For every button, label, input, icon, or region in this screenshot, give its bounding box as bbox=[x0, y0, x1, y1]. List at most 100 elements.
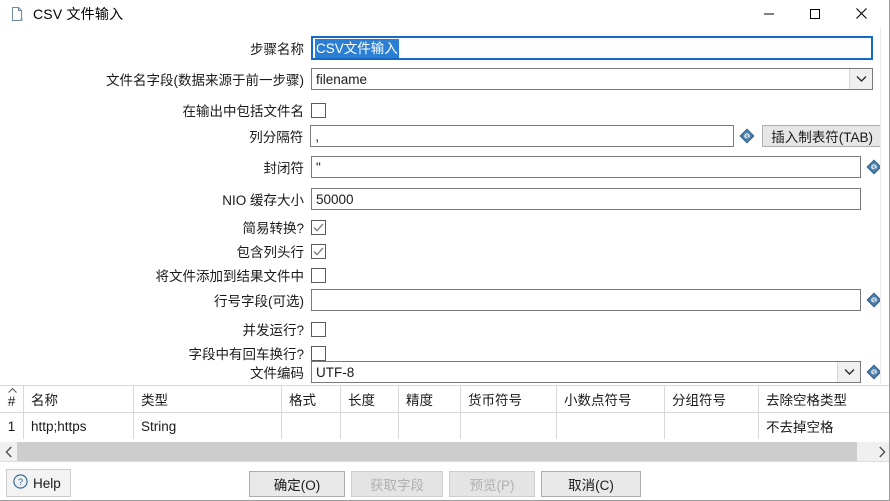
window-title: CSV 文件输入 bbox=[33, 5, 124, 22]
field-enclosure: $ bbox=[311, 156, 882, 178]
preview-button[interactable]: 预览(P) bbox=[449, 471, 535, 497]
chevron-down-icon[interactable] bbox=[837, 362, 860, 382]
get-fields-button[interactable]: 获取字段 bbox=[351, 471, 443, 497]
cell-length[interactable] bbox=[341, 413, 399, 439]
cancel-button[interactable]: 取消(C) bbox=[541, 471, 641, 497]
cell-type[interactable]: String bbox=[134, 413, 282, 439]
fields-table: # 名称 类型 格式 长度 精度 货币符号 小数点符号 分组符号 去除空格类型 … bbox=[0, 385, 889, 442]
file-encoding-select[interactable]: UTF-8 bbox=[311, 361, 861, 383]
label-add-to-result: 将文件添加到结果文件中 bbox=[155, 269, 305, 284]
field-step-name: CSV文件输入 bbox=[311, 36, 873, 60]
csv-input-dialog: CSV 文件输入 步骤名称 CSV文件输入 文件名字段(数据来源于前一步骤) f… bbox=[0, 0, 890, 501]
newline-in-field-checkbox[interactable] bbox=[311, 345, 326, 361]
label-file-encoding: 文件编码 bbox=[250, 366, 304, 381]
label-enclosure: 封闭符 bbox=[263, 161, 305, 176]
step-name-value: CSV文件输入 bbox=[315, 38, 399, 58]
variable-diamond-icon[interactable]: $ bbox=[738, 128, 755, 145]
label-filename-field: 文件名字段(数据来源于前一步骤) bbox=[106, 73, 304, 88]
row-separator: 列分隔符 $ 插入制表符(TAB) bbox=[0, 124, 882, 148]
column-header-index[interactable]: # bbox=[0, 386, 24, 412]
table-header-row: # 名称 类型 格式 长度 精度 货币符号 小数点符号 分组符号 去除空格类型 bbox=[0, 385, 889, 413]
cell-trim-type[interactable]: 不去掉空格 bbox=[759, 413, 889, 439]
file-encoding-value: UTF-8 bbox=[316, 364, 355, 380]
row-row-number-field: 行号字段(可选) $ bbox=[0, 288, 882, 312]
svg-text:?: ? bbox=[18, 477, 23, 488]
form-area: 步骤名称 CSV文件输入 文件名字段(数据来源于前一步骤) filename 在… bbox=[0, 27, 882, 384]
filename-field-select[interactable]: filename bbox=[311, 68, 873, 90]
table-row[interactable]: 1 http;https String 不去掉空格 bbox=[0, 413, 889, 439]
column-header-type[interactable]: 类型 bbox=[134, 386, 282, 412]
field-separator: $ 插入制表符(TAB) bbox=[310, 125, 882, 147]
step-name-input[interactable]: CSV文件输入 bbox=[311, 36, 873, 60]
chevron-down-icon[interactable] bbox=[849, 69, 872, 89]
field-lazy-conversion bbox=[311, 219, 326, 235]
cell-format[interactable] bbox=[282, 413, 341, 439]
field-row-number-field: $ bbox=[311, 289, 882, 311]
label-row-number-field: 行号字段(可选) bbox=[214, 294, 304, 309]
maximize-icon[interactable] bbox=[792, 0, 838, 27]
column-header-trim-type[interactable]: 去除空格类型 bbox=[759, 386, 889, 412]
title-bar: CSV 文件输入 bbox=[0, 0, 889, 27]
header-row-checkbox[interactable] bbox=[311, 243, 326, 259]
help-button-label: Help bbox=[33, 475, 61, 491]
ok-button[interactable]: 确定(O) bbox=[249, 471, 345, 497]
column-header-precision[interactable]: 精度 bbox=[399, 386, 461, 412]
row-enclosure: 封闭符 $ bbox=[0, 155, 882, 179]
row-filename-field: 文件名字段(数据来源于前一步骤) filename bbox=[0, 67, 882, 91]
column-header-name[interactable]: 名称 bbox=[24, 386, 134, 412]
field-header-row bbox=[311, 243, 326, 259]
check-icon bbox=[313, 247, 324, 255]
field-filename-field: filename bbox=[311, 68, 873, 90]
row-running-parallel: 并发运行? bbox=[0, 317, 882, 341]
row-number-field-input[interactable] bbox=[311, 289, 861, 311]
label-header-row: 包含列头行 bbox=[236, 245, 305, 260]
help-button[interactable]: ? Help bbox=[6, 469, 71, 497]
row-include-filename: 在输出中包括文件名 bbox=[0, 98, 882, 122]
check-icon bbox=[313, 223, 324, 231]
row-add-to-result: 将文件添加到结果文件中 bbox=[0, 263, 882, 287]
form-scrollbar-thumb[interactable] bbox=[881, 27, 889, 287]
form-vertical-scrollbar[interactable] bbox=[880, 27, 889, 384]
scroll-right-icon[interactable] bbox=[873, 442, 889, 461]
label-include-filename: 在输出中包括文件名 bbox=[182, 104, 305, 119]
minimize-icon[interactable] bbox=[746, 0, 792, 27]
row-file-encoding: 文件编码 UTF-8 $ bbox=[0, 360, 882, 384]
label-step-name: 步骤名称 bbox=[250, 42, 304, 57]
sort-ascending-icon bbox=[8, 388, 17, 393]
running-parallel-checkbox[interactable] bbox=[311, 321, 326, 337]
cell-decimal[interactable] bbox=[557, 413, 665, 439]
cell-name[interactable]: http;https bbox=[24, 413, 134, 439]
label-running-parallel: 并发运行? bbox=[242, 323, 304, 338]
column-header-grouping[interactable]: 分组符号 bbox=[665, 386, 759, 412]
row-header-row: 包含列头行 bbox=[0, 239, 882, 263]
file-icon bbox=[9, 6, 25, 22]
scrollbar-thumb[interactable] bbox=[17, 442, 857, 461]
column-header-decimal[interactable]: 小数点符号 bbox=[557, 386, 665, 412]
separator-input[interactable] bbox=[310, 125, 735, 147]
scrollbar-track[interactable] bbox=[17, 442, 873, 461]
table-horizontal-scrollbar[interactable] bbox=[0, 442, 889, 461]
column-header-index-label: # bbox=[7, 394, 16, 409]
insert-tab-button[interactable]: 插入制表符(TAB) bbox=[762, 125, 882, 147]
cell-precision[interactable] bbox=[399, 413, 461, 439]
enclosure-input[interactable] bbox=[311, 156, 861, 178]
field-include-filename bbox=[311, 102, 326, 118]
cell-grouping[interactable] bbox=[665, 413, 759, 439]
label-nio-buffer: NIO 缓存大小 bbox=[222, 193, 304, 208]
add-to-result-checkbox[interactable] bbox=[311, 267, 326, 283]
field-newline-in-field bbox=[311, 345, 326, 361]
close-icon[interactable] bbox=[838, 0, 884, 27]
label-lazy-conversion: 简易转换? bbox=[242, 221, 304, 236]
include-filename-checkbox[interactable] bbox=[311, 102, 326, 118]
column-header-length[interactable]: 长度 bbox=[341, 386, 399, 412]
window-controls bbox=[746, 0, 884, 27]
row-lazy-conversion: 简易转换? bbox=[0, 215, 882, 239]
question-mark-icon: ? bbox=[13, 474, 28, 492]
scroll-left-icon[interactable] bbox=[0, 442, 17, 461]
lazy-conversion-checkbox[interactable] bbox=[311, 219, 326, 235]
column-header-format[interactable]: 格式 bbox=[282, 386, 341, 412]
cell-currency[interactable] bbox=[461, 413, 557, 439]
field-add-to-result bbox=[311, 267, 326, 283]
column-header-currency[interactable]: 货币符号 bbox=[461, 386, 557, 412]
nio-buffer-input[interactable] bbox=[311, 188, 861, 210]
